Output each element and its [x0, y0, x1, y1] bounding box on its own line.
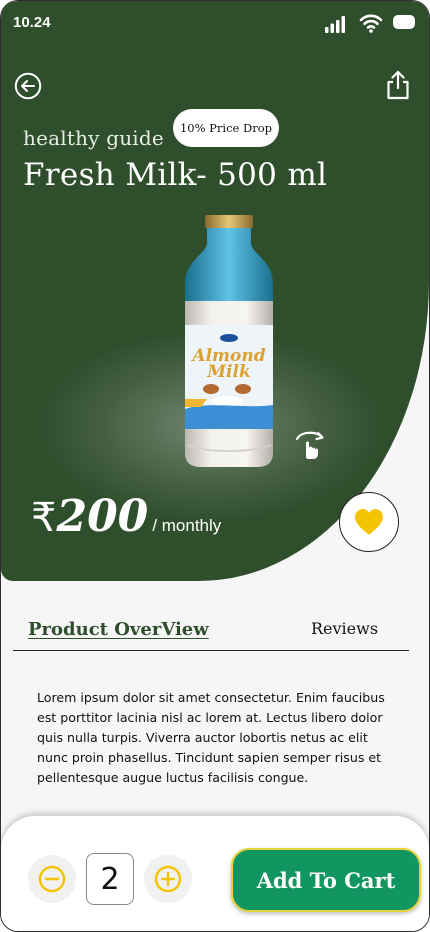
quantity-value[interactable]: 2 — [86, 853, 134, 905]
tab-reviews[interactable]: Reviews — [311, 619, 378, 638]
product-subtitle: healthy guide — [23, 126, 164, 150]
product-title: Fresh Milk- 500 ml — [23, 157, 328, 193]
back-button[interactable] — [14, 72, 42, 100]
minus-circle-icon — [38, 865, 66, 893]
add-to-cart-button[interactable]: Add To Cart — [231, 848, 421, 912]
decrease-quantity-button[interactable] — [28, 855, 76, 903]
share-button[interactable] — [385, 69, 411, 101]
product-image: Almond Milk — [185, 215, 273, 467]
signal-icon — [325, 16, 345, 33]
increase-quantity-button[interactable] — [144, 855, 192, 903]
price-drop-badge: 10% Price Drop — [173, 109, 279, 147]
product-tabs: Product OverView Reviews — [13, 613, 409, 651]
svg-text:Milk: Milk — [206, 362, 251, 382]
tab-product-overview[interactable]: Product OverView — [28, 619, 209, 640]
status-time: 10.24 — [13, 14, 51, 31]
phone-screen: 10.24 healthy guide 10% Price Drop Fresh… — [0, 0, 430, 932]
heart-icon — [355, 509, 383, 535]
wifi-icon — [359, 14, 383, 33]
favorite-button[interactable] — [339, 492, 399, 552]
plus-circle-icon — [154, 865, 182, 893]
price-amount: 200 — [56, 491, 149, 542]
product-description: Lorem ipsum dolor sit amet consectetur. … — [37, 689, 385, 785]
product-price: ₹200/ monthly — [31, 491, 221, 542]
currency-symbol: ₹ — [31, 495, 57, 541]
cart-bar: 2 Add To Cart — [1, 816, 429, 931]
battery-icon — [393, 15, 415, 29]
price-period: / monthly — [152, 516, 222, 535]
rotate-360-icon[interactable] — [293, 427, 327, 461]
status-bar: 10.24 — [1, 1, 429, 45]
